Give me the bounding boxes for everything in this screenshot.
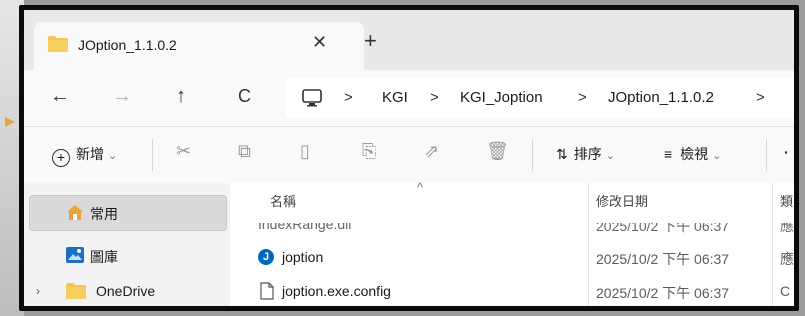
- file-type: 應: [780, 251, 794, 267]
- breadcrumb-kgi-joption[interactable]: KGI_Joption: [460, 89, 543, 106]
- chevron-down-icon: ⌄: [605, 150, 615, 162]
- divider: [152, 139, 153, 171]
- arrow-marker-icon: [5, 117, 15, 127]
- file-name: IndexRange.dll: [258, 223, 352, 232]
- folder-icon: [48, 36, 68, 57]
- file-icon: [260, 282, 274, 305]
- more-button[interactable]: ·: [784, 144, 789, 160]
- new-label: 新增: [76, 146, 104, 162]
- add-icon: +: [52, 149, 70, 167]
- sidebar-item-label: 常用: [90, 206, 118, 222]
- cut-icon[interactable]: ✂: [176, 141, 191, 162]
- breadcrumb-joption-version[interactable]: JOption_1.1.0.2: [608, 89, 714, 106]
- tab-title: JOption_1.1.0.2: [78, 37, 177, 53]
- app-icon: J: [258, 249, 274, 265]
- sidebar-item-label: OneDrive: [96, 283, 156, 299]
- table-row[interactable]: J joption 2025/10/2 下午 06:37 應: [230, 243, 794, 271]
- home-icon: [66, 204, 84, 226]
- navigation-bar: ← → ↑ C > KGI > KGI_Joption > JOption_1.…: [24, 70, 794, 126]
- paste-icon[interactable]: ▯: [300, 141, 310, 162]
- navigation-pane: 常用 圖庫 › OneDrive: [24, 183, 230, 306]
- sort-button[interactable]: ⇅ 排序 ⌄: [556, 144, 615, 164]
- sidebar-item-label: 圖庫: [90, 249, 118, 265]
- file-name: joption: [282, 249, 324, 265]
- computer-icon: [302, 89, 322, 112]
- new-button[interactable]: + 新增 ⌄: [52, 144, 117, 167]
- tab-strip: JOption_1.1.0.2 ✕ +: [24, 10, 794, 70]
- file-type: C: [780, 283, 791, 299]
- forward-button[interactable]: →: [112, 84, 132, 108]
- address-bar[interactable]: > KGI > KGI_Joption > JOption_1.1.0.2 >: [286, 78, 794, 118]
- file-list: ^ 名稱 修改日期 類 IndexRange.dll 2025/10/2 下午 …: [230, 180, 794, 306]
- column-header-date[interactable]: 修改日期: [596, 191, 648, 210]
- close-icon[interactable]: ✕: [312, 32, 327, 53]
- chevron-down-icon: ⌄: [108, 150, 118, 162]
- file-explorer-window: JOption_1.1.0.2 ✕ + ← → ↑ C > KGI > KGI_…: [24, 10, 794, 306]
- breadcrumb-kgi[interactable]: KGI: [382, 89, 408, 106]
- view-button[interactable]: ≡ 檢視 ⌄: [664, 144, 721, 164]
- delete-icon[interactable]: 🗑: [486, 141, 509, 162]
- view-label: 檢視: [680, 146, 709, 162]
- breadcrumb-separator: >: [430, 89, 439, 106]
- table-row[interactable]: IndexRange.dll 2025/10/2 下午 06:37 應: [230, 223, 794, 237]
- chevron-down-icon: ⌄: [712, 150, 722, 162]
- tab-joption[interactable]: JOption_1.1.0.2 ✕: [34, 22, 364, 70]
- chevron-right-icon[interactable]: ›: [36, 284, 40, 298]
- breadcrumb-separator: >: [756, 89, 765, 106]
- up-button[interactable]: ↑: [176, 84, 186, 108]
- file-date: 2025/10/2 下午 06:37: [596, 285, 730, 301]
- command-bar: + 新增 ⌄ ✂ ⧉ ▯ ⎘ ⇗ 🗑 ⇅ 排序 ⌄ ≡ 檢視 ⌄ ·: [24, 126, 794, 184]
- sort-ascending-icon: ^: [417, 180, 424, 195]
- file-date: 2025/10/2 下午 06:37: [596, 251, 730, 267]
- file-type: 應: [780, 223, 794, 234]
- folder-icon: [66, 283, 86, 304]
- breadcrumb-separator: >: [578, 89, 587, 106]
- file-date: 2025/10/2 下午 06:37: [596, 223, 730, 234]
- breadcrumb-separator: >: [344, 89, 353, 106]
- refresh-button[interactable]: C: [238, 84, 251, 108]
- divider: [532, 139, 533, 171]
- new-tab-button[interactable]: +: [364, 30, 377, 52]
- rename-icon[interactable]: ⎘: [362, 141, 376, 162]
- sidebar-item-gallery[interactable]: 圖庫: [24, 239, 230, 273]
- copy-icon[interactable]: ⧉: [238, 141, 251, 162]
- file-name: joption.exe.config: [282, 283, 391, 299]
- sort-icon: ⇅: [556, 146, 568, 162]
- divider: [766, 139, 767, 171]
- share-icon[interactable]: ⇗: [424, 141, 439, 162]
- back-button[interactable]: ←: [50, 84, 70, 108]
- sort-label: 排序: [573, 146, 602, 162]
- column-header-name[interactable]: 名稱: [270, 191, 296, 210]
- table-row[interactable]: joption.exe.config 2025/10/2 下午 06:37 C: [230, 277, 794, 305]
- column-header-type[interactable]: 類: [780, 191, 793, 210]
- sidebar-item-onedrive[interactable]: › OneDrive: [24, 275, 230, 306]
- gallery-icon: [66, 247, 84, 268]
- view-icon: ≡: [664, 146, 673, 162]
- sidebar-item-home[interactable]: 常用: [29, 195, 227, 231]
